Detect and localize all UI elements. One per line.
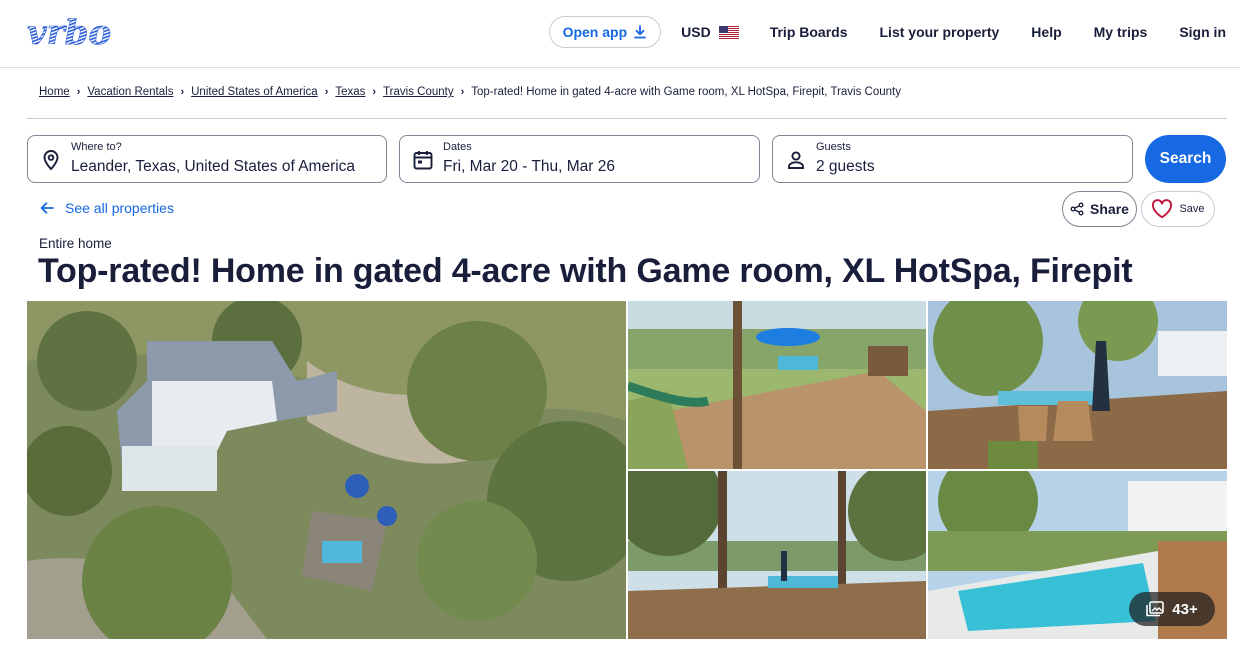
person-icon xyxy=(788,151,804,169)
chevron-right-icon: › xyxy=(460,86,465,98)
photo-count: 43+ xyxy=(1172,600,1198,618)
nav-sign-in[interactable]: Sign in xyxy=(1179,24,1226,40)
location-pin-icon xyxy=(43,150,59,171)
guests-label: Guests xyxy=(816,141,851,153)
header-nav: Open app USD Trip Boards List your prope… xyxy=(548,16,1226,48)
view-all-photos-button[interactable]: 43+ xyxy=(1129,592,1215,626)
nav-trip-boards[interactable]: Trip Boards xyxy=(770,24,848,40)
open-app-button[interactable]: Open app xyxy=(548,16,662,48)
download-icon xyxy=(634,25,647,39)
nav-help[interactable]: Help xyxy=(1031,24,1061,40)
gallery-photo-deck[interactable] xyxy=(628,301,926,469)
breadcrumb-county[interactable]: Travis County xyxy=(383,86,454,98)
save-label: Save xyxy=(1179,203,1205,215)
save-button[interactable]: Save xyxy=(1141,191,1215,227)
property-type: Entire home xyxy=(39,236,112,251)
gallery-photo-patio[interactable] xyxy=(928,301,1227,469)
guests-value: 2 guests xyxy=(816,158,875,175)
arrow-left-icon xyxy=(40,202,54,214)
breadcrumb-country[interactable]: United States of America xyxy=(191,86,318,98)
nav-my-trips[interactable]: My trips xyxy=(1094,24,1148,40)
breadcrumb-current: Top-rated! Home in gated 4-acre with Gam… xyxy=(471,86,901,98)
vrbo-logo[interactable]: vrbo xyxy=(27,14,119,50)
guests-field[interactable]: Guests 2 guests xyxy=(772,135,1133,183)
dates-field[interactable]: Dates Fri, Mar 20 - Thu, Mar 26 xyxy=(399,135,760,183)
gallery-photo-view[interactable] xyxy=(628,471,926,639)
breadcrumb-home[interactable]: Home xyxy=(39,86,70,98)
currency-selector[interactable]: USD xyxy=(681,24,739,40)
site-header: vrbo Open app USD Trip Boards List your … xyxy=(0,0,1240,68)
chevron-right-icon: › xyxy=(372,86,377,98)
dates-label: Dates xyxy=(443,141,472,153)
chevron-right-icon: › xyxy=(76,86,81,98)
destination-label: Where to? xyxy=(71,141,122,153)
breadcrumb-vacation-rentals[interactable]: Vacation Rentals xyxy=(87,86,173,98)
gallery-icon xyxy=(1146,601,1165,617)
share-icon xyxy=(1070,202,1084,216)
nav-list-property[interactable]: List your property xyxy=(880,24,1000,40)
chevron-right-icon: › xyxy=(324,86,329,98)
share-button[interactable]: Share xyxy=(1062,191,1137,227)
us-flag-icon xyxy=(718,25,739,39)
svg-text:vrbo: vrbo xyxy=(27,14,111,50)
heart-icon xyxy=(1152,199,1173,219)
see-all-label: See all properties xyxy=(65,200,174,216)
breadcrumb: Home › Vacation Rentals › United States … xyxy=(39,86,901,98)
breadcrumb-state[interactable]: Texas xyxy=(335,86,365,98)
share-label: Share xyxy=(1090,201,1129,217)
currency-label: USD xyxy=(681,24,711,40)
calendar-icon xyxy=(413,151,433,170)
gallery-main-photo[interactable] xyxy=(27,301,626,639)
divider xyxy=(27,118,1227,119)
dates-value: Fri, Mar 20 - Thu, Mar 26 xyxy=(443,158,615,175)
search-button[interactable]: Search xyxy=(1145,135,1226,183)
destination-value: Leander, Texas, United States of America xyxy=(71,158,356,175)
chevron-right-icon: › xyxy=(180,86,185,98)
destination-field[interactable]: Where to? Leander, Texas, United States … xyxy=(27,135,387,183)
open-app-label: Open app xyxy=(562,24,628,40)
page-title: Top-rated! Home in gated 4-acre with Gam… xyxy=(38,252,1133,290)
see-all-properties-link[interactable]: See all properties xyxy=(39,200,174,216)
